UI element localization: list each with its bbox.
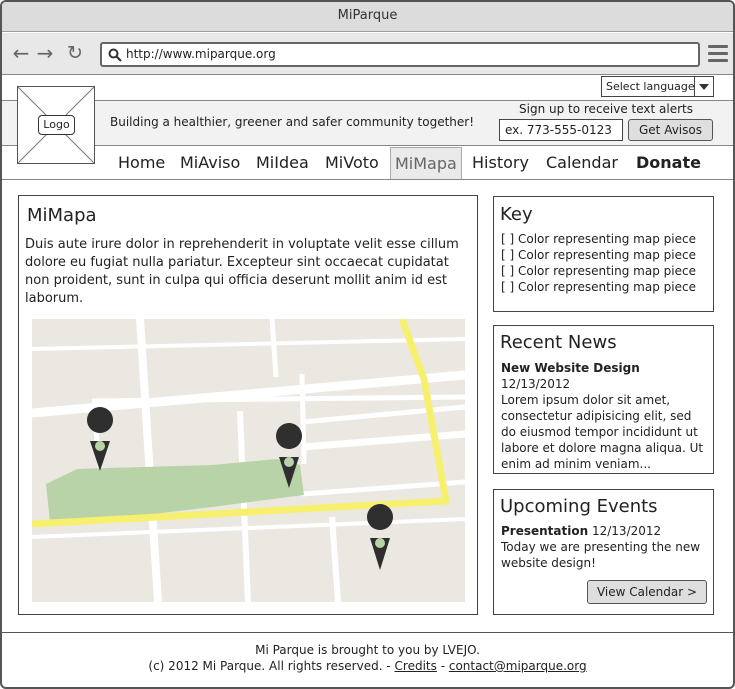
event-date: 12/13/2012 <box>591 524 662 538</box>
get-avisos-button[interactable]: Get Avisos <box>628 119 713 141</box>
footer-credit-line: Mi Parque is brought to you by LVEJO. <box>255 643 480 657</box>
key-list: [ ] Color representing map piece [ ] Col… <box>501 231 696 295</box>
tagline: Building a healthier, greener and safer … <box>110 115 475 129</box>
nav-donate[interactable]: Donate <box>636 147 701 179</box>
events-title: Upcoming Events <box>500 496 658 517</box>
event-item: Presentation 12/13/2012 Today we are pre… <box>501 523 709 571</box>
contact-link[interactable]: contact@miparque.org <box>449 659 587 673</box>
key-item: [ ] Color representing map piece <box>501 280 696 294</box>
text-alert-signup-label: Sign up to receive text alerts <box>519 102 694 116</box>
browser-toolbar: ← → ↻ http://www.miparque.org <box>2 33 733 75</box>
language-select-label: Select language <box>606 80 695 93</box>
view-calendar-button[interactable]: View Calendar > <box>587 580 707 604</box>
park-map[interactable] <box>32 319 465 602</box>
phone-input[interactable]: ex. 773-555-0123 <box>499 119 623 141</box>
upcoming-events-panel: Upcoming Events Presentation 12/13/2012 … <box>493 489 714 615</box>
nav-home[interactable]: Home <box>118 147 165 179</box>
window-title: MiParque <box>2 2 733 32</box>
news-body: Lorem ipsum dolor sit amet, consectetur … <box>501 393 704 471</box>
logo-label: Logo <box>38 115 75 135</box>
search-icon <box>108 48 122 62</box>
url-text: http://www.miparque.org <box>126 47 276 61</box>
key-panel: Key [ ] Color representing map piece [ ]… <box>493 196 714 312</box>
key-item: [ ] Color representing map piece <box>501 248 696 262</box>
chevron-down-icon <box>694 77 713 96</box>
nav-calendar[interactable]: Calendar <box>546 147 618 179</box>
key-item: [ ] Color representing map piece <box>501 232 696 246</box>
logo-placeholder[interactable]: Logo <box>17 86 95 164</box>
map-graphic <box>32 319 465 602</box>
credits-link[interactable]: Credits <box>395 659 437 673</box>
reload-icon[interactable]: ↻ <box>64 42 86 64</box>
forward-arrow-icon[interactable]: → <box>34 42 56 64</box>
address-bar[interactable]: http://www.miparque.org <box>100 42 700 67</box>
copyright-text: (c) 2012 Mi Parque. All rights reserved.… <box>148 659 391 673</box>
nav-miidea[interactable]: MiIdea <box>256 147 309 179</box>
news-item: New Website Design 12/13/2012 Lorem ipsu… <box>501 360 709 472</box>
nav-divider <box>2 179 733 180</box>
back-arrow-icon[interactable]: ← <box>10 42 32 64</box>
news-date: 12/13/2012 <box>501 377 571 391</box>
news-headline[interactable]: New Website Design <box>501 361 640 375</box>
key-item: [ ] Color representing map piece <box>501 264 696 278</box>
event-description: Today we are presenting the new website … <box>501 540 701 570</box>
panel-title: MiMapa <box>27 205 97 226</box>
mimapa-panel: MiMapa Duis aute irure dolor in reprehen… <box>18 195 478 615</box>
footer-divider <box>2 632 733 633</box>
nav-history[interactable]: History <box>472 147 529 179</box>
nav-mimapa[interactable]: MiMapa <box>390 147 462 179</box>
mimapa-description: Duis aute irure dolor in reprehenderit i… <box>25 237 459 306</box>
recent-news-panel: Recent News New Website Design 12/13/201… <box>493 325 714 474</box>
nav-mivoto[interactable]: MiVoto <box>325 147 379 179</box>
hamburger-menu-icon[interactable] <box>708 45 728 63</box>
browser-window: MiParque ← → ↻ http://www.miparque.org S… <box>0 0 735 689</box>
footer-links: (c) 2012 Mi Parque. All rights reserved.… <box>2 659 733 673</box>
news-title: Recent News <box>500 332 617 353</box>
event-name[interactable]: Presentation <box>501 524 588 538</box>
key-title: Key <box>500 204 533 225</box>
footer-separator: - <box>440 659 446 673</box>
language-select[interactable]: Select language <box>601 76 714 97</box>
nav-miaviso[interactable]: MiAviso <box>180 147 240 179</box>
